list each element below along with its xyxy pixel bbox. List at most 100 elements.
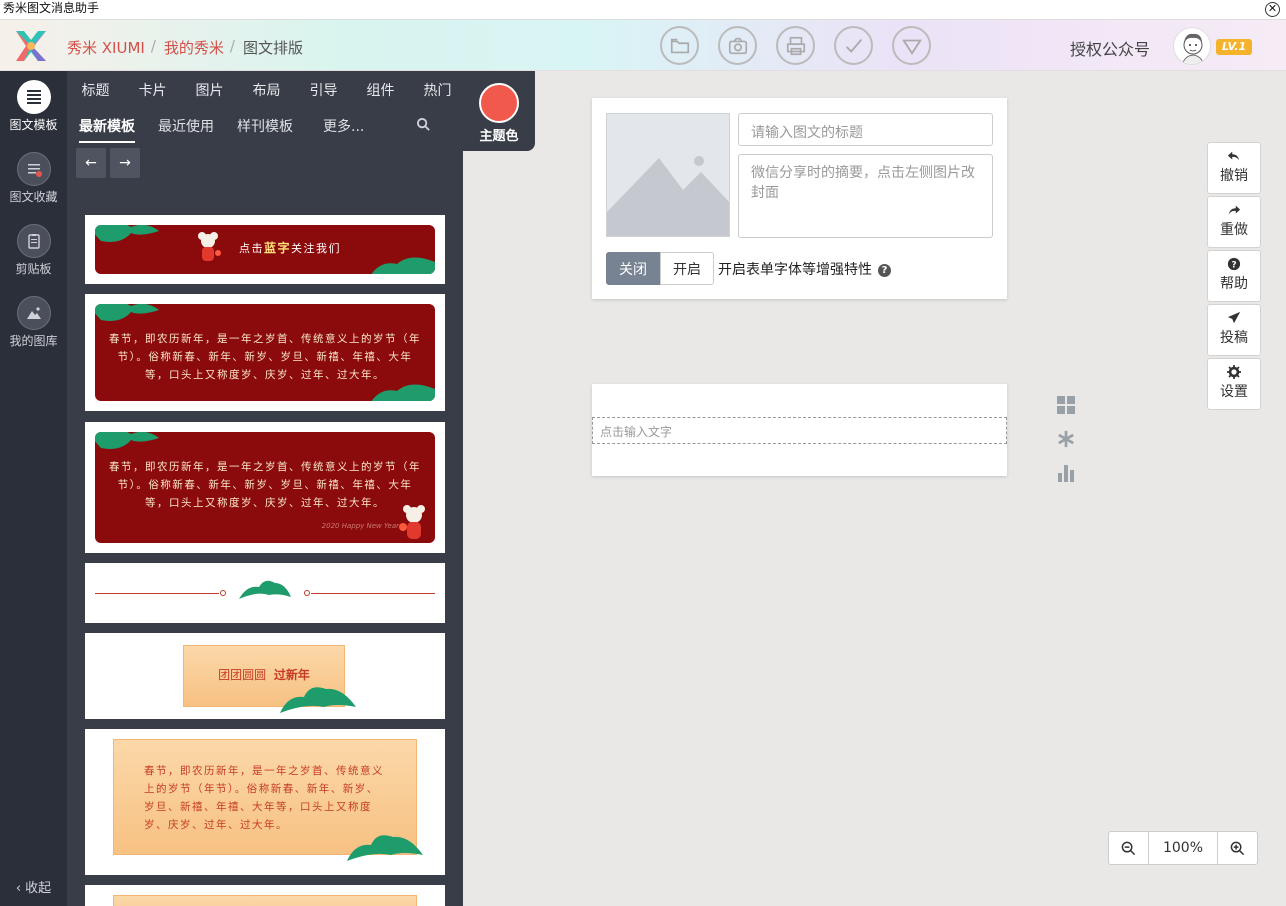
rail-item-clipboard[interactable]: 剪贴板 <box>0 224 67 277</box>
zoom-in-icon <box>1230 841 1245 855</box>
rail-item-templates[interactable]: 图文模板 <box>0 80 67 133</box>
rail-item-gallery[interactable]: 我的图库 <box>0 296 67 349</box>
help-icon: ? <box>1208 257 1260 273</box>
breadcrumb-current: 图文排版 <box>242 39 303 57</box>
rail-item-favorites[interactable]: 图文收藏 <box>0 152 67 205</box>
window-title: 秀米图文消息助手 <box>3 1 100 15</box>
rail-item-label: 剪贴板 <box>15 262 52 276</box>
pine-decoration <box>371 257 435 274</box>
triangle-icon[interactable] <box>892 26 931 65</box>
collapse-label: 收起 <box>25 881 52 896</box>
page-arrows: ← → <box>76 148 140 178</box>
submit-button[interactable]: 投稿 <box>1207 304 1261 356</box>
subtab-recent[interactable]: 最近使用 <box>158 116 214 136</box>
redo-label: 重做 <box>1220 222 1248 238</box>
zoom-in-button[interactable] <box>1218 832 1257 864</box>
redo-icon <box>1208 203 1260 219</box>
prev-page-button[interactable]: ← <box>76 148 106 178</box>
undo-button[interactable]: 撤销 <box>1207 142 1261 194</box>
grid-icon[interactable] <box>1055 394 1077 416</box>
camera-icon[interactable] <box>718 26 757 65</box>
tab-guide[interactable]: 引导 <box>295 80 352 100</box>
zoom-out-icon <box>1121 841 1136 855</box>
asterisk-icon[interactable] <box>1055 428 1077 450</box>
breadcrumb-separator: / <box>150 37 156 55</box>
tab-title[interactable]: 标题 <box>67 80 124 100</box>
avatar[interactable] <box>1173 27 1211 65</box>
image-placeholder-icon <box>607 156 729 236</box>
template-card[interactable] <box>85 563 445 623</box>
subtab-more[interactable]: 更多... <box>323 116 364 136</box>
tab-component[interactable]: 组件 <box>352 80 409 100</box>
next-page-button[interactable]: → <box>110 148 140 178</box>
tab-layout[interactable]: 布局 <box>238 80 295 100</box>
tab-image[interactable]: 图片 <box>181 80 238 100</box>
print-icon[interactable] <box>776 26 815 65</box>
red-banner: 春节，即农历新年，是一年之岁首、传统意义上的岁节（年节）。俗称新春、新年、新岁、… <box>95 432 435 543</box>
folder-icon[interactable] <box>660 26 699 65</box>
window-close-button[interactable]: ✕ <box>1265 2 1280 17</box>
pine-decoration <box>280 687 356 713</box>
search-icon[interactable] <box>416 117 431 136</box>
tab-card[interactable]: 卡片 <box>124 80 181 100</box>
breadcrumb-separator: / <box>229 37 235 55</box>
template-icon <box>16 80 51 114</box>
category-tabs: 标题 卡片 图片 布局 引导 组件 热门 <box>67 80 463 100</box>
zoom-level: 100% <box>1148 832 1218 864</box>
article-body-card: 点击输入文字 <box>592 384 1007 476</box>
toggle-off-button[interactable]: 关闭 <box>606 252 660 285</box>
template-card[interactable]: 春节，即农历新年，是一年之岁首、传统意义上的岁节（年节）。俗称新春、新年、新岁、… <box>85 294 445 411</box>
clipboard-icon <box>16 224 51 258</box>
submit-label: 投稿 <box>1220 330 1248 346</box>
breadcrumb-home[interactable]: 秀米 XIUMI <box>67 37 145 58</box>
template-card[interactable]: 团团圆圆 过新年 <box>85 633 445 719</box>
tab-popular[interactable]: 热门 <box>409 80 463 100</box>
divider-line <box>95 593 219 594</box>
undo-label: 撤销 <box>1220 168 1248 184</box>
divider-dot <box>304 590 310 596</box>
subtab-sample[interactable]: 样刊模板 <box>237 116 293 136</box>
arrow-right-icon: → <box>119 155 131 171</box>
breadcrumb-my-xiumi[interactable]: 我的秀米 <box>164 37 224 58</box>
redo-button[interactable]: 重做 <box>1207 196 1261 248</box>
help-label: 帮助 <box>1220 276 1248 292</box>
text-input-area[interactable]: 点击输入文字 <box>592 417 1007 444</box>
scroll-title-bold: 过新年 <box>273 668 310 682</box>
scroll-title-pre: 团团圆圆 <box>218 668 267 682</box>
app-header: 秀米 XIUMI / 我的秀米 / 图文排版 授权公众号 LV.1 <box>0 20 1286 71</box>
collapse-button[interactable]: ‹ 收起 <box>0 877 67 896</box>
toggle-on-button[interactable]: 开启 <box>660 252 714 285</box>
zoom-control: 100% <box>1108 831 1258 865</box>
subtab-latest[interactable]: 最新模板 <box>79 116 135 143</box>
xiumi-logo[interactable] <box>10 25 52 67</box>
pine-decoration <box>95 304 159 321</box>
question-icon[interactable]: ? <box>878 264 891 277</box>
article-abstract-input[interactable]: 微信分享时的摘要，点击左侧图片改封面 <box>738 154 993 238</box>
theme-color-button[interactable]: 主题色 <box>463 71 535 151</box>
gear-icon <box>1208 365 1260 381</box>
theme-color-swatch <box>479 83 519 123</box>
bar-chart-icon[interactable] <box>1055 462 1077 484</box>
article-title-input[interactable]: 请输入图文的标题 <box>738 113 993 146</box>
left-nav-rail: 图文模板 图文收藏 剪贴板 我的图库 ‹ 收起 <box>0 71 67 906</box>
zoom-out-button[interactable] <box>1109 832 1148 864</box>
authorize-account-link[interactable]: 授权公众号 <box>1070 36 1150 60</box>
divider-line <box>311 593 435 594</box>
settings-button[interactable]: 设置 <box>1207 358 1261 410</box>
template-card[interactable]: 点击蓝字关注我们 <box>85 215 445 284</box>
svg-text:?: ? <box>1231 261 1236 271</box>
follow-text-post: 关注我们 <box>291 242 342 255</box>
help-button[interactable]: ? 帮助 <box>1207 250 1261 302</box>
subtab-row: 最新模板 最近使用 样刊模板 更多... <box>67 116 463 143</box>
chevron-left-icon: ‹ <box>15 881 22 896</box>
template-card[interactable] <box>85 885 445 906</box>
article-meta-card: 请输入图文的标题 微信分享时的摘要，点击左侧图片改封面 关闭 开启 开启表单字体… <box>592 98 1007 299</box>
template-card[interactable]: 春节，即农历新年，是一年之岁首、传统意义上的岁节（年节）。俗称新春、新年、新岁、… <box>85 422 445 553</box>
pine-decoration <box>347 835 423 861</box>
check-icon[interactable] <box>834 26 873 65</box>
cover-image-placeholder[interactable] <box>606 113 730 237</box>
template-card[interactable]: 春节，即农历新年，是一年之岁首、传统意义上的岁节（年节）。俗称新春、新年、新岁、… <box>85 729 445 875</box>
block-tools <box>1055 394 1077 496</box>
level-badge: LV.1 <box>1216 39 1253 55</box>
mouse-mascot <box>399 501 429 541</box>
